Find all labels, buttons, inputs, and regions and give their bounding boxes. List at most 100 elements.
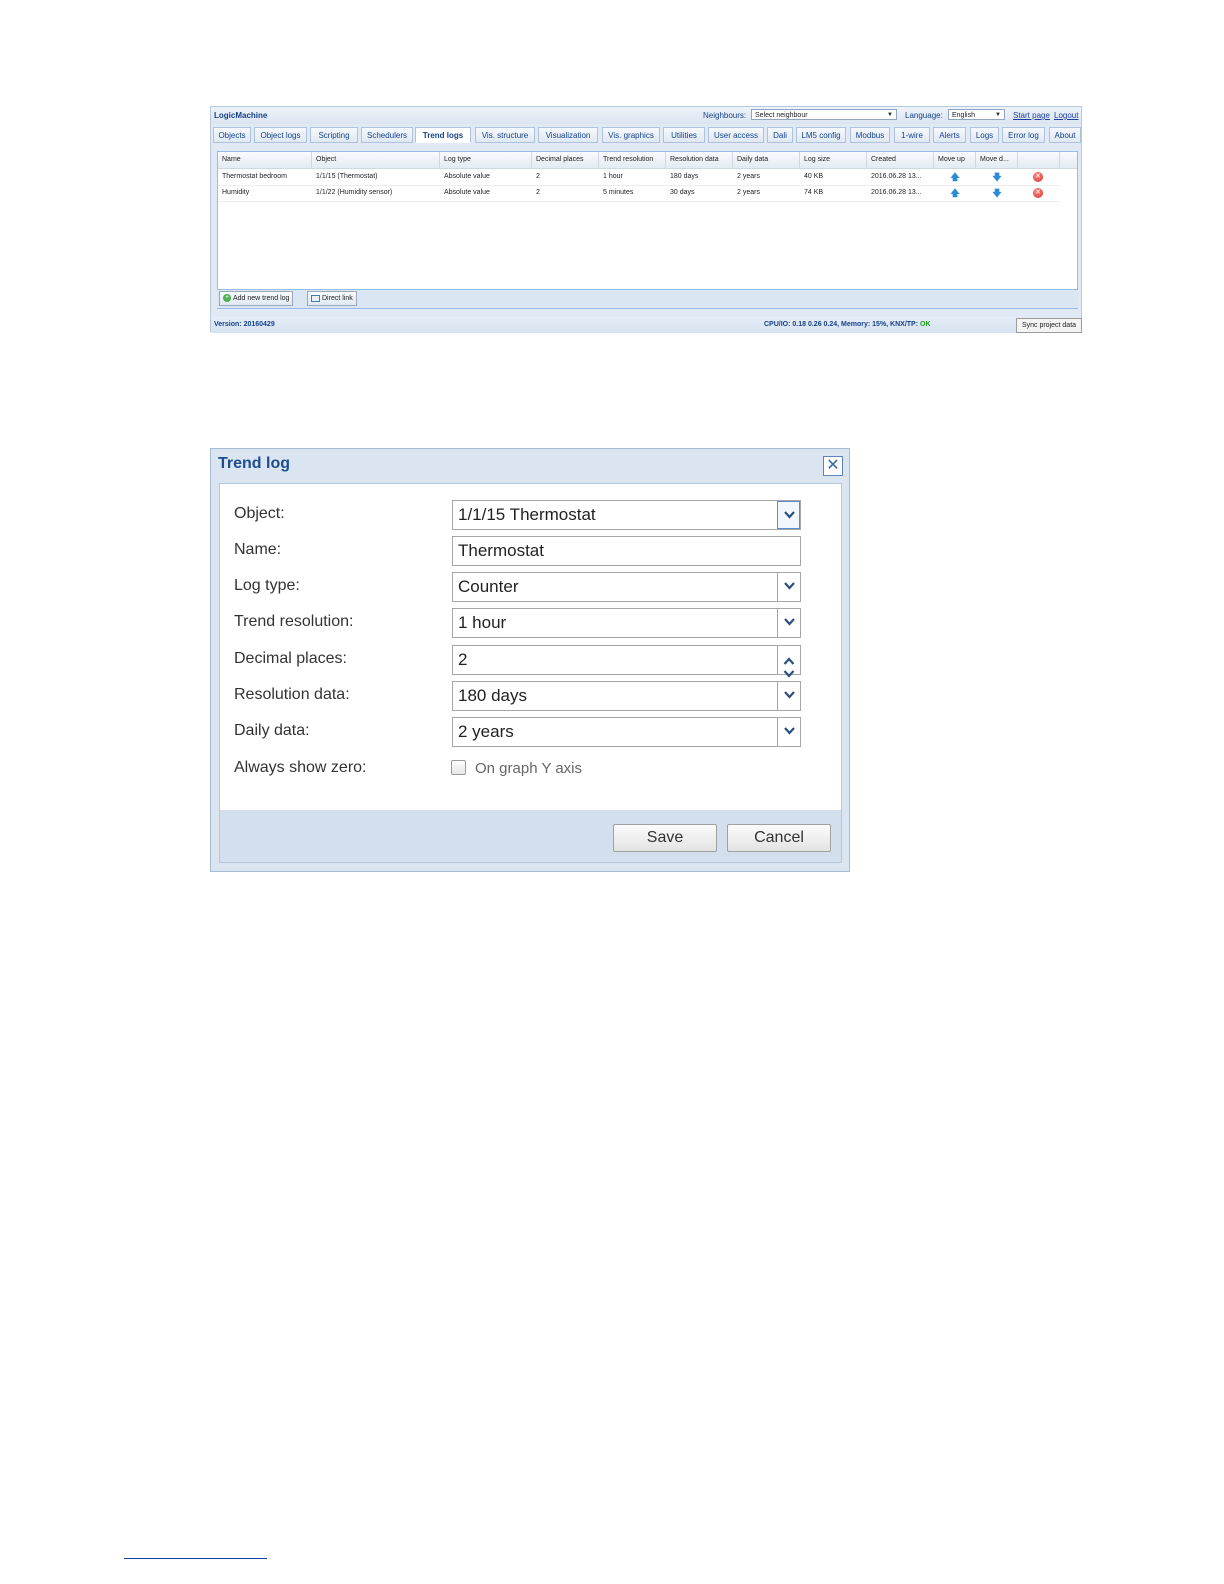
resolution-data-label: Resolution data:	[234, 686, 350, 703]
log-type-label: Log type:	[234, 577, 300, 594]
dropdown-arrow-icon: ▼	[995, 112, 1001, 118]
language-select[interactable]: English ▼	[948, 109, 1005, 120]
column-header-resolution-data[interactable]: Resolution data	[666, 152, 733, 168]
cell-object: 1/1/15 (Thermostat)	[316, 173, 378, 180]
cell-log-type: Absolute value	[444, 173, 490, 180]
tab-trend-logs[interactable]: Trend logs	[415, 127, 471, 143]
tab-object-logs[interactable]: Object logs	[254, 127, 307, 143]
trend-resolution-label: Trend resolution:	[234, 613, 354, 630]
chevron-down-icon[interactable]	[777, 682, 800, 710]
column-header-decimal-places[interactable]: Decimal places	[532, 152, 599, 168]
move-down-icon[interactable]: 🡇	[976, 185, 1018, 201]
cell-trend-resolution: 5 minutes	[603, 189, 634, 196]
tab-alerts[interactable]: Alerts	[933, 127, 966, 143]
object-select[interactable]: 1/1/15 Thermostat	[452, 500, 801, 530]
link-icon	[311, 294, 320, 302]
chevron-down-icon[interactable]	[777, 609, 800, 637]
neighbours-select[interactable]: Select neighbour ▼	[751, 109, 897, 120]
always-show-zero-checkbox[interactable]	[451, 760, 466, 775]
object-label: Object:	[234, 505, 285, 522]
tab-logs[interactable]: Logs	[970, 127, 999, 143]
column-header-move-down[interactable]: Move d...	[976, 152, 1018, 168]
dropdown-arrow-icon: ▼	[887, 112, 893, 118]
tab-schedulers[interactable]: Schedulers	[361, 127, 413, 143]
cell-decimal-places: 2	[536, 173, 540, 180]
cell-daily-data: 2 years	[737, 189, 760, 196]
save-button[interactable]: Save	[613, 824, 717, 852]
logicmachine-window: LogicMachine Neighbours: Select neighbou…	[210, 106, 1082, 333]
column-header-log-size[interactable]: Log size	[800, 152, 867, 168]
tab-error-log[interactable]: Error log	[1002, 127, 1045, 143]
chevron-down-icon[interactable]	[777, 501, 800, 529]
move-up-icon[interactable]: 🡅	[934, 185, 976, 201]
tab-1-wire[interactable]: 1-wire	[894, 127, 930, 143]
name-value: Thermostat	[458, 541, 544, 560]
tab-visualization[interactable]: Visualization	[538, 127, 598, 143]
sync-project-data-button[interactable]: Sync project data	[1016, 318, 1082, 333]
cancel-button[interactable]: Cancel	[727, 824, 831, 852]
language-label: Language:	[905, 111, 943, 120]
trend-logs-grid: Name Object Log type Decimal places Tren…	[217, 151, 1078, 309]
column-header-trend-resolution[interactable]: Trend resolution	[599, 152, 666, 168]
add-trend-log-button[interactable]: + Add new trend log	[219, 291, 294, 306]
tab-lm5-config[interactable]: LM5 config	[796, 127, 846, 143]
cell-name: Thermostat bedroom	[222, 173, 287, 180]
direct-link-button[interactable]: Direct link	[307, 291, 357, 306]
spinner	[777, 646, 800, 678]
tab-objects[interactable]: Objects	[213, 127, 251, 143]
column-header-log-type[interactable]: Log type	[440, 152, 532, 168]
tab-dali[interactable]: Dali	[767, 127, 793, 143]
tab-vis-graphics[interactable]: Vis. graphics	[602, 127, 660, 143]
cell-name: Humidity	[222, 189, 250, 196]
decimal-places-value: 2	[458, 650, 468, 669]
delete-icon[interactable]: ✕	[1033, 172, 1043, 182]
chevron-up-icon[interactable]	[783, 647, 795, 665]
log-type-select[interactable]: Counter	[452, 572, 801, 602]
trend-resolution-select[interactable]: 1 hour	[452, 608, 801, 638]
resolution-data-value: 180 days	[458, 686, 527, 705]
tab-user-access[interactable]: User access	[708, 127, 764, 143]
table-row[interactable]: Humidity 1/1/22 (Humidity sensor) Absolu…	[218, 185, 1060, 202]
logout-link[interactable]: Logout	[1054, 107, 1078, 124]
knx-status-badge: OK	[920, 321, 931, 328]
add-trend-log-label: Add new trend log	[233, 295, 290, 302]
name-input[interactable]: Thermostat	[452, 536, 801, 566]
tab-utilities[interactable]: Utilities	[663, 127, 705, 143]
daily-data-value: 2 years	[458, 722, 514, 741]
decimal-places-stepper[interactable]: 2	[452, 645, 801, 678]
top-bar: LogicMachine Neighbours: Select neighbou…	[211, 107, 1081, 124]
column-header-daily-data[interactable]: Daily data	[733, 152, 800, 168]
grid-toolbar: + Add new trend log Direct link	[217, 289, 1078, 308]
cell-created: 2016.06.28 13...	[871, 189, 922, 196]
tab-vis-structure[interactable]: Vis. structure	[475, 127, 535, 143]
system-status: CPU/IO: 0.18 0.26 0.24, Memory: 15%, KNX…	[764, 317, 931, 333]
daily-data-select[interactable]: 2 years	[452, 717, 801, 747]
tab-scripting[interactable]: Scripting	[310, 127, 358, 143]
language-value: English	[952, 112, 975, 119]
cell-log-size: 74 KB	[804, 189, 824, 196]
tab-modbus[interactable]: Modbus	[850, 127, 890, 143]
move-up-icon[interactable]: 🡅	[934, 169, 976, 185]
grid-header: Name Object Log type Decimal places Tren…	[218, 152, 1077, 169]
column-header-created[interactable]: Created	[867, 152, 934, 168]
cell-log-type: Absolute value	[444, 189, 490, 196]
close-icon[interactable]: ✕	[823, 456, 843, 476]
column-header-name[interactable]: Name	[218, 152, 312, 168]
cell-object: 1/1/22 (Humidity sensor)	[316, 189, 393, 196]
name-label: Name:	[234, 541, 282, 558]
footnote-divider	[124, 1558, 267, 1559]
start-page-link[interactable]: Start page	[1013, 107, 1050, 124]
column-header-move-up[interactable]: Move up	[934, 152, 976, 168]
tab-about[interactable]: About	[1049, 127, 1081, 143]
daily-data-label: Daily data:	[234, 722, 310, 739]
chevron-down-icon[interactable]	[777, 718, 800, 746]
column-header-object[interactable]: Object	[312, 152, 440, 168]
table-row[interactable]: Thermostat bedroom 1/1/15 (Thermostat) A…	[218, 169, 1060, 186]
chevron-down-icon[interactable]	[783, 660, 795, 678]
delete-icon[interactable]: ✕	[1033, 188, 1043, 198]
move-down-icon[interactable]: 🡇	[976, 169, 1018, 185]
resolution-data-select[interactable]: 180 days	[452, 681, 801, 711]
log-type-value: Counter	[458, 577, 519, 596]
add-icon: +	[223, 294, 231, 303]
chevron-down-icon[interactable]	[777, 573, 800, 601]
